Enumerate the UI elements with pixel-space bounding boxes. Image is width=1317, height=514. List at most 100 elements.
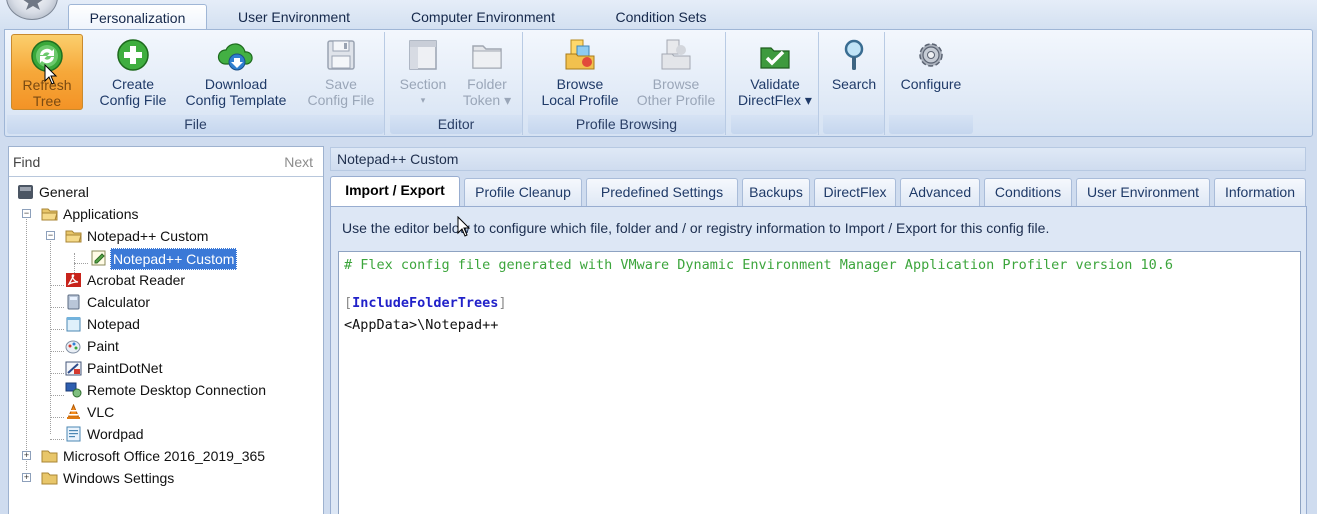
editor-close-bracket: ] <box>498 295 507 311</box>
search-button[interactable]: Search <box>825 34 883 112</box>
config-tabs: Import / Export Profile Cleanup Predefin… <box>330 176 1310 207</box>
search-label: Search <box>831 76 877 92</box>
browse-local-profile-button[interactable]: Browse Local Profile <box>532 34 628 112</box>
browse-other-profile-icon <box>661 39 691 70</box>
configure-button[interactable]: Configure <box>891 34 971 112</box>
tab-user-environment[interactable]: User Environment <box>218 4 370 30</box>
save-config-label-2: Config File <box>307 92 375 108</box>
editor-line-section: [IncludeFolderTrees] <box>344 295 507 311</box>
import-export-panel: Use the editor below to configure which … <box>330 206 1307 514</box>
cloud-download-icon <box>217 43 253 71</box>
folder-icon <box>41 450 58 463</box>
tree-label-paintdotnet: PaintDotNet <box>87 360 163 376</box>
create-config-file-button[interactable]: Create Config File <box>95 34 171 112</box>
folder-token-button[interactable]: Folder Token ▾ <box>456 34 518 112</box>
gear-icon <box>919 43 943 67</box>
add-icon <box>117 39 149 71</box>
tab-condition-sets[interactable]: Condition Sets <box>600 4 722 30</box>
folder-token-label-1: Folder <box>467 76 507 92</box>
download-config-template-button[interactable]: Download Config Template <box>175 34 297 112</box>
ribbon-group-editor: Section ▾ Folder Token ▾ Editor <box>390 32 523 135</box>
editor-section-name: IncludeFolderTrees <box>352 295 499 311</box>
tree-line <box>50 231 51 434</box>
download-template-label-2: Config Template <box>185 92 287 108</box>
tab-backups[interactable]: Backups <box>742 178 810 206</box>
tab-predefined-settings[interactable]: Predefined Settings <box>586 178 738 206</box>
collapse-notepadpp-toggle[interactable]: − <box>46 231 55 240</box>
section-label: Section <box>399 76 447 92</box>
find-input[interactable] <box>13 152 263 172</box>
ribbon-group-profile-browsing: Browse Local Profile Browse Other Profil… <box>528 32 726 135</box>
tab-directflex[interactable]: DirectFlex <box>814 178 896 206</box>
tree-label-general: General <box>39 184 89 200</box>
general-icon <box>18 185 33 199</box>
tree-line <box>50 373 64 374</box>
tree-line <box>74 263 88 264</box>
paintdotnet-icon <box>65 361 82 376</box>
editor-open-bracket: [ <box>344 295 353 311</box>
config-file-icon <box>91 250 106 266</box>
paint-icon <box>65 340 81 354</box>
tree-panel: Next General − Applic <box>8 146 324 514</box>
create-config-label-2: Config File <box>99 92 167 108</box>
group-label-editor: Editor <box>390 115 522 134</box>
import-export-description: Use the editor below to configure which … <box>342 220 1050 236</box>
tree-label-calculator: Calculator <box>87 294 151 310</box>
ribbon-group-validate: Validate DirectFlex ▾ <box>731 32 819 135</box>
create-config-label-1: Create <box>111 76 155 92</box>
tab-computer-environment[interactable]: Computer Environment <box>390 4 576 30</box>
tree-line <box>50 351 64 352</box>
find-bar: Next <box>9 147 323 177</box>
folder-icon <box>41 472 58 485</box>
folder-open-icon <box>41 208 58 221</box>
browse-other-label-1: Browse <box>652 76 700 92</box>
group-label-file: File <box>7 115 384 134</box>
folder-icon <box>472 45 502 69</box>
ribbon-group-configure: Configure <box>889 32 973 135</box>
tab-user-environment-config[interactable]: User Environment <box>1076 178 1210 206</box>
find-next-button[interactable]: Next <box>284 154 313 170</box>
collapse-applications-toggle[interactable]: − <box>22 209 31 218</box>
editor-line-comment: # Flex config file generated with VMware… <box>344 257 1174 273</box>
mouse-cursor-icon <box>44 64 58 85</box>
wordpad-icon <box>66 426 81 442</box>
tab-import-export[interactable]: Import / Export <box>330 176 460 207</box>
search-icon <box>844 39 864 70</box>
browse-other-profile-button[interactable]: Browse Other Profile <box>630 34 722 112</box>
validate-directflex-button[interactable]: Validate DirectFlex ▾ <box>733 34 817 112</box>
tree-label-notepad: Notepad <box>87 316 140 332</box>
section-dropdown-arrow: ▾ <box>420 95 426 105</box>
config-editor[interactable]: # Flex config file generated with VMware… <box>338 251 1301 514</box>
section-button[interactable]: Section ▾ <box>394 34 452 112</box>
notepad-icon <box>66 317 81 332</box>
browse-other-label-2: Other Profile <box>636 92 716 108</box>
ribbon: Refresh Tree Create Config File Download… <box>4 29 1313 137</box>
refresh-tree-label-2: Tree <box>32 93 62 109</box>
tree-label-wordpad: Wordpad <box>87 426 144 442</box>
validate-icon <box>760 47 790 69</box>
tab-profile-cleanup[interactable]: Profile Cleanup <box>464 178 582 206</box>
calculator-icon <box>67 294 80 310</box>
tab-information[interactable]: Information <box>1214 178 1306 206</box>
tree-label-office: Microsoft Office 2016_2019_365 <box>63 448 266 464</box>
app-logo-icon <box>23 0 43 10</box>
browse-local-label-2: Local Profile <box>541 92 619 108</box>
tree-line <box>50 307 64 308</box>
tab-advanced[interactable]: Advanced <box>900 178 980 206</box>
mouse-cursor-icon <box>457 216 471 237</box>
validate-label-1: Validate <box>750 76 800 92</box>
tab-conditions[interactable]: Conditions <box>984 178 1072 206</box>
tree-label-windows-settings: Windows Settings <box>63 470 175 486</box>
expand-windows-settings-toggle[interactable]: + <box>22 473 31 482</box>
tree-label-applications: Applications <box>63 206 139 222</box>
vlc-icon <box>67 404 80 419</box>
group-label-validate <box>731 115 818 134</box>
save-config-file-button[interactable]: Save Config File <box>301 34 381 112</box>
group-label-profile-browsing: Profile Browsing <box>528 115 725 134</box>
tab-personalization[interactable]: Personalization <box>68 4 207 30</box>
acrobat-icon <box>66 273 81 287</box>
ribbon-tab-strip: Personalization User Environment Compute… <box>0 0 1317 30</box>
section-icon <box>409 40 437 70</box>
expand-office-toggle[interactable]: + <box>22 451 31 460</box>
group-label-configure <box>889 115 973 134</box>
